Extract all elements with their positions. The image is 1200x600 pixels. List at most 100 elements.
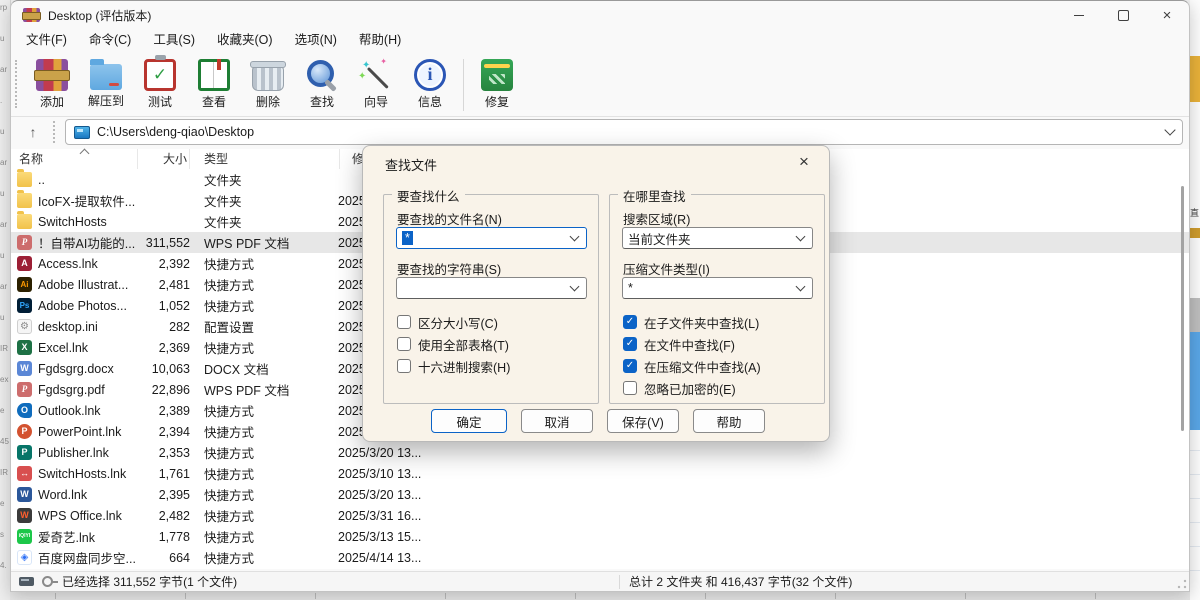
- desktop-icon: [74, 126, 90, 139]
- toolbar-drag-handle[interactable]: [15, 60, 19, 108]
- file-modified: 2025/4/14 13...: [338, 551, 421, 565]
- toolbar-separator: [463, 59, 464, 111]
- toolbar-button-test[interactable]: ✓测试: [134, 57, 186, 110]
- minimize-button[interactable]: [1057, 1, 1101, 29]
- toolbar-button-wizard[interactable]: ✦✦✦向导: [350, 57, 402, 110]
- toolbar-button-delete[interactable]: 删除: [242, 57, 294, 110]
- file-type: 快捷方式: [204, 464, 326, 483]
- background-text-fragment: e: [0, 500, 4, 508]
- background-text-fragment: 4.: [0, 562, 7, 570]
- toolbar-button-label: 解压到: [88, 92, 124, 109]
- checkbox-unchecked-icon[interactable]: [397, 315, 411, 329]
- toolbar-items: 添加解压到 ✓测试查看删除查找 ✦✦✦向导i信息修复: [25, 57, 524, 111]
- background-text-fragment: IR: [0, 345, 8, 353]
- background-grid-line: [1190, 570, 1200, 571]
- menu-item[interactable]: 工具(S): [142, 30, 206, 51]
- vertical-scrollbar[interactable]: [1181, 186, 1184, 431]
- address-bar-row: ↑ C:\Users\deng-qiao\Desktop: [11, 117, 1189, 147]
- checkbox-checked-icon[interactable]: ✓: [623, 315, 637, 329]
- toolbar-button-label: 查找: [310, 93, 334, 110]
- file-modified: 2025/3/31 16...: [338, 509, 421, 523]
- background-text-fragment: 45: [0, 438, 9, 446]
- background-grid-line: [1190, 474, 1200, 475]
- key-icon[interactable]: [42, 576, 53, 587]
- file-type: 快捷方式: [204, 338, 326, 357]
- up-button[interactable]: ↑: [19, 120, 47, 144]
- checkbox-label: 在子文件夹中查找(L): [644, 313, 759, 332]
- toolbar-button-add[interactable]: 添加: [26, 57, 78, 110]
- file-name: PowerPoint.lnk: [38, 425, 138, 439]
- file-type: 快捷方式: [204, 254, 326, 273]
- toolbar-button-find[interactable]: 查找: [296, 57, 348, 110]
- file-row[interactable]: PPublisher.lnk2,353快捷方式2025/3/20 13...: [11, 442, 1189, 463]
- file-row[interactable]: ↔SwitchHosts.lnk1,761快捷方式2025/3/10 13...: [11, 463, 1189, 484]
- resize-grip[interactable]: [1177, 579, 1187, 589]
- menu-item[interactable]: 选项(N): [284, 30, 348, 51]
- save-button[interactable]: 保存(V): [607, 409, 679, 433]
- cancel-button[interactable]: 取消: [521, 409, 593, 433]
- maximize-button[interactable]: [1101, 1, 1145, 29]
- checkbox-skip-encrypted[interactable]: 忽略已加密的(E): [623, 377, 761, 399]
- status-selection: 已经选择 311,552 字节(1 个文件): [62, 573, 237, 590]
- menu-item[interactable]: 文件(F): [15, 30, 78, 51]
- chevron-down-icon[interactable]: [796, 231, 806, 241]
- toolbar-button-label: 信息: [418, 93, 442, 110]
- menu-item[interactable]: 收藏夹(O): [206, 30, 284, 51]
- drive-icon: [19, 577, 34, 586]
- checkbox-label: 区分大小写(C): [418, 313, 498, 332]
- checkbox-in-files[interactable]: ✓在文件中查找(F): [623, 333, 761, 355]
- checkbox-unchecked-icon[interactable]: [623, 381, 637, 395]
- checkbox-hex-search[interactable]: 十六进制搜索(H): [397, 355, 510, 377]
- address-combobox[interactable]: C:\Users\deng-qiao\Desktop: [65, 119, 1183, 145]
- dialog-close-button[interactable]: ×: [791, 150, 817, 174]
- checkbox-checked-icon[interactable]: ✓: [623, 337, 637, 351]
- close-button[interactable]: ×: [1145, 1, 1189, 29]
- column-header-size[interactable]: 大小: [138, 149, 190, 169]
- ok-button[interactable]: 确定: [431, 409, 507, 433]
- background-yellow-strip: [1190, 56, 1200, 102]
- menu-item[interactable]: 命令(C): [78, 30, 142, 51]
- file-type: 文件夹: [204, 191, 326, 210]
- checkbox-unchecked-icon[interactable]: [397, 337, 411, 351]
- chevron-down-icon[interactable]: [570, 281, 580, 291]
- checkbox-unchecked-icon[interactable]: [397, 359, 411, 373]
- file-type: 文件夹: [204, 170, 326, 189]
- background-text-fragment: ar: [0, 221, 7, 229]
- checkbox-in-archives[interactable]: ✓在压缩文件中查找(A): [623, 355, 761, 377]
- string-combobox[interactable]: [396, 277, 587, 299]
- column-header-type[interactable]: 类型: [190, 149, 340, 169]
- checkbox-match-case[interactable]: 区分大小写(C): [397, 311, 510, 333]
- toolbar-button-view[interactable]: 查看: [188, 57, 240, 110]
- archive-types-combobox[interactable]: *: [622, 277, 813, 299]
- menu-item[interactable]: 帮助(H): [348, 30, 412, 51]
- toolbar-button-extract[interactable]: 解压到: [80, 57, 132, 109]
- file-size: 2,394: [138, 425, 190, 439]
- chevron-down-icon[interactable]: [570, 231, 580, 241]
- file-type: 快捷方式: [204, 527, 326, 546]
- window-controls: ×: [1057, 1, 1189, 29]
- column-header-name[interactable]: 名称: [11, 149, 138, 169]
- file-row[interactable]: WWord.lnk2,395快捷方式2025/3/20 13...: [11, 484, 1189, 505]
- file-type: 文件夹: [204, 212, 326, 231]
- search-area-combobox[interactable]: 当前文件夹: [622, 227, 813, 249]
- chevron-down-icon[interactable]: [1164, 124, 1175, 135]
- checkbox-checked-icon[interactable]: ✓: [623, 359, 637, 373]
- file-row[interactable]: iQIYI爱奇艺.lnk1,778快捷方式2025/3/13 15...: [11, 526, 1189, 547]
- file-row[interactable]: ◈百度网盘同步空...664快捷方式2025/4/14 13...: [11, 547, 1189, 568]
- toolbar-button-repair[interactable]: 修复: [471, 57, 523, 110]
- toolbar-button-info[interactable]: i信息: [404, 57, 456, 110]
- checkbox-all-tables[interactable]: 使用全部表格(T): [397, 333, 510, 355]
- background-text-fragment: 直: [1190, 206, 1199, 219]
- help-button[interactable]: 帮助: [693, 409, 765, 433]
- filename-combobox[interactable]: *: [396, 227, 587, 249]
- search-area-value: 当前文件夹: [628, 229, 691, 248]
- file-row[interactable]: WWPS Office.lnk2,482快捷方式2025/3/31 16...: [11, 505, 1189, 526]
- file-type: WPS PDF 文档: [204, 380, 326, 399]
- address-drag-handle[interactable]: [53, 121, 57, 143]
- checkbox-subfolders[interactable]: ✓ 在子文件夹中查找(L): [623, 311, 761, 333]
- background-text-fragment: e: [0, 407, 4, 415]
- chevron-down-icon[interactable]: [796, 281, 806, 291]
- close-icon: ×: [1163, 8, 1172, 23]
- background-tick: [315, 593, 316, 599]
- background-tick: [1095, 593, 1096, 599]
